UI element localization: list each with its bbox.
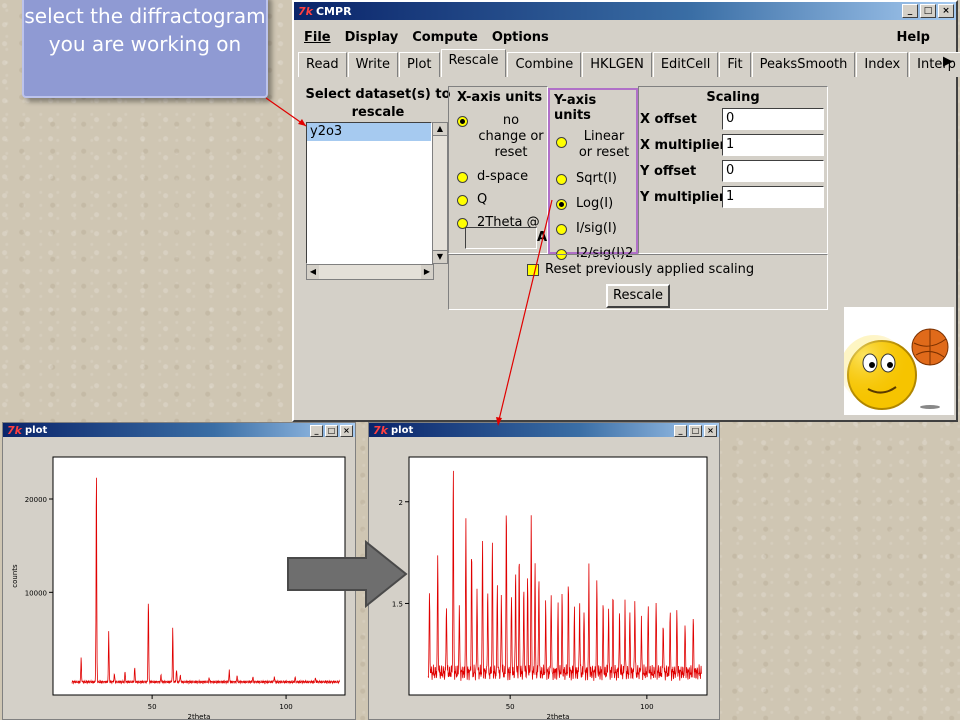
radio-icon — [457, 172, 468, 183]
tab-index[interactable]: Index — [856, 52, 909, 77]
dataset-vscrollbar[interactable]: ▲ ▼ — [432, 122, 448, 264]
x-axis-label: 2theta — [547, 713, 570, 719]
x-axis-label: 2theta — [188, 713, 211, 719]
x-multiplier-field[interactable]: 1 — [722, 134, 824, 156]
radio-icon — [556, 174, 567, 185]
radio-selected-icon — [556, 199, 567, 210]
plot-left-title: plot — [24, 424, 48, 436]
close-button[interactable]: × — [704, 425, 717, 437]
transform-arrow-icon — [287, 540, 408, 608]
yaxis-option-log[interactable]: Log(I) — [556, 196, 636, 211]
y-offset-field[interactable]: 0 — [722, 160, 824, 182]
yaxis-option-sqrt[interactable]: Sqrt(I) — [556, 171, 636, 186]
cmpr-titlebar[interactable]: 7k CMPR _ □ × — [294, 2, 956, 20]
dataset-hscrollbar[interactable]: ◀ ▶ — [306, 264, 434, 280]
smiley-basketball-clipart — [840, 307, 954, 415]
plot-right-chart[interactable]: 50 1001.522theta — [369, 437, 719, 719]
y-offset-label: Y offset — [640, 164, 697, 179]
reset-checkbox-row[interactable]: Reset previously applied scaling — [527, 262, 754, 277]
plot-window-right: 7k plot _ □ × 50 100 1.5 2 2theta — [368, 422, 720, 720]
close-button[interactable]: × — [340, 425, 353, 437]
close-button[interactable]: × — [938, 4, 954, 18]
dataset-header: Select dataset(s) to rescale — [305, 87, 451, 120]
menu-help[interactable]: Help — [897, 30, 930, 45]
x-offset-label: X offset — [640, 112, 697, 127]
plot-right-title: plot — [390, 424, 414, 436]
scaling-header: Scaling — [706, 90, 760, 105]
wavelength-unit: A — [537, 230, 548, 245]
radio-icon — [457, 195, 468, 206]
smiley-svg — [840, 328, 949, 410]
menu-file[interactable]: File — [304, 30, 331, 45]
scroll-right-icon[interactable]: ▶ — [421, 265, 433, 279]
maximize-button[interactable]: □ — [920, 4, 936, 18]
radio-icon — [556, 137, 567, 148]
x-offset-field[interactable]: 0 — [722, 108, 824, 130]
callout-note: select the diffractogram you are working… — [22, 0, 268, 98]
yaxis-option-linear[interactable]: Linear or reset — [556, 129, 636, 161]
reset-checkbox[interactable] — [527, 263, 539, 276]
radio-icon — [556, 224, 567, 235]
yaxis-header: Y-axis units — [554, 93, 597, 123]
xaxis-option-nochange[interactable]: no change or reset — [457, 113, 547, 161]
tab-read[interactable]: Read — [298, 52, 347, 77]
tab-scroll-right-icon[interactable]: ▶ — [942, 54, 954, 70]
plot-left-titlebar[interactable]: 7k plot _ □ × — [3, 423, 355, 437]
tk-logo-icon: 7k — [373, 423, 388, 437]
reset-checkbox-label: Reset previously applied scaling — [545, 262, 755, 277]
yaxis-panel: Y-axis units Linear or reset Sqrt(I) Log… — [548, 88, 638, 261]
scroll-down-icon[interactable]: ▼ — [433, 250, 447, 263]
tab-hklgen[interactable]: HKLGEN — [582, 52, 652, 77]
maximize-button[interactable]: □ — [325, 425, 338, 437]
x-tick-label: 100 — [279, 703, 292, 711]
xaxis-option-dspace[interactable]: d-space — [457, 169, 547, 184]
x-tick-label: 50 — [506, 703, 515, 711]
minimize-button[interactable]: _ — [902, 4, 918, 18]
tab-bar: Read Write Plot Rescale Combine HKLGEN E… — [298, 49, 960, 77]
y-multiplier-label: Y multiplier — [640, 190, 726, 205]
window-title: CMPR — [315, 4, 352, 18]
tab-fit[interactable]: Fit — [719, 52, 751, 77]
tab-peakssmooth[interactable]: PeaksSmooth — [751, 52, 856, 77]
yaxis-option-isig[interactable]: I/sig(I) — [556, 221, 636, 236]
tab-editcell[interactable]: EditCell — [652, 52, 719, 77]
tab-rescale[interactable]: Rescale — [440, 49, 507, 77]
tab-write[interactable]: Write — [347, 52, 398, 77]
xaxis-option-q[interactable]: Q — [457, 192, 547, 207]
menu-display[interactable]: Display — [345, 30, 399, 45]
y-multiplier-field[interactable]: 1 — [722, 186, 824, 208]
maximize-button[interactable]: □ — [689, 425, 702, 437]
xaxis-header: X-axis units — [457, 90, 543, 105]
tk-logo-icon: 7k — [7, 423, 22, 437]
plot-right-titlebar[interactable]: 7k plot _ □ × — [369, 423, 719, 437]
x-tick-label: 100 — [640, 703, 653, 711]
minimize-button[interactable]: _ — [310, 425, 323, 437]
menu-options[interactable]: Options — [492, 30, 549, 45]
y-tick-label: 2 — [399, 499, 403, 507]
scroll-left-icon[interactable]: ◀ — [307, 265, 319, 279]
menu-bar: File Display Compute Options Help — [294, 26, 956, 48]
callout-text: select the diffractogram you are working… — [24, 4, 266, 56]
rescale-button[interactable]: Rescale — [606, 284, 670, 308]
tab-plot[interactable]: Plot — [399, 52, 440, 77]
x-tick-label: 50 — [148, 703, 157, 711]
tab-combine[interactable]: Combine — [507, 52, 582, 77]
dataset-item-y2o3[interactable]: y2o3 — [307, 123, 431, 141]
tk-logo-icon: 7k — [298, 4, 313, 18]
wavelength-input[interactable] — [465, 227, 537, 249]
y-tick-label: 20000 — [25, 496, 47, 504]
menu-compute[interactable]: Compute — [412, 30, 478, 45]
y-axis-label: counts — [11, 564, 19, 588]
radio-selected-icon — [457, 116, 468, 127]
dataset-listbox[interactable]: y2o3 — [306, 122, 432, 264]
y-tick-label: 10000 — [25, 589, 47, 597]
scroll-up-icon[interactable]: ▲ — [433, 123, 447, 136]
x-multiplier-label: X multiplier — [640, 138, 726, 153]
minimize-button[interactable]: _ — [674, 425, 687, 437]
xaxis-panel: X-axis units no change or reset d-space … — [448, 86, 548, 254]
